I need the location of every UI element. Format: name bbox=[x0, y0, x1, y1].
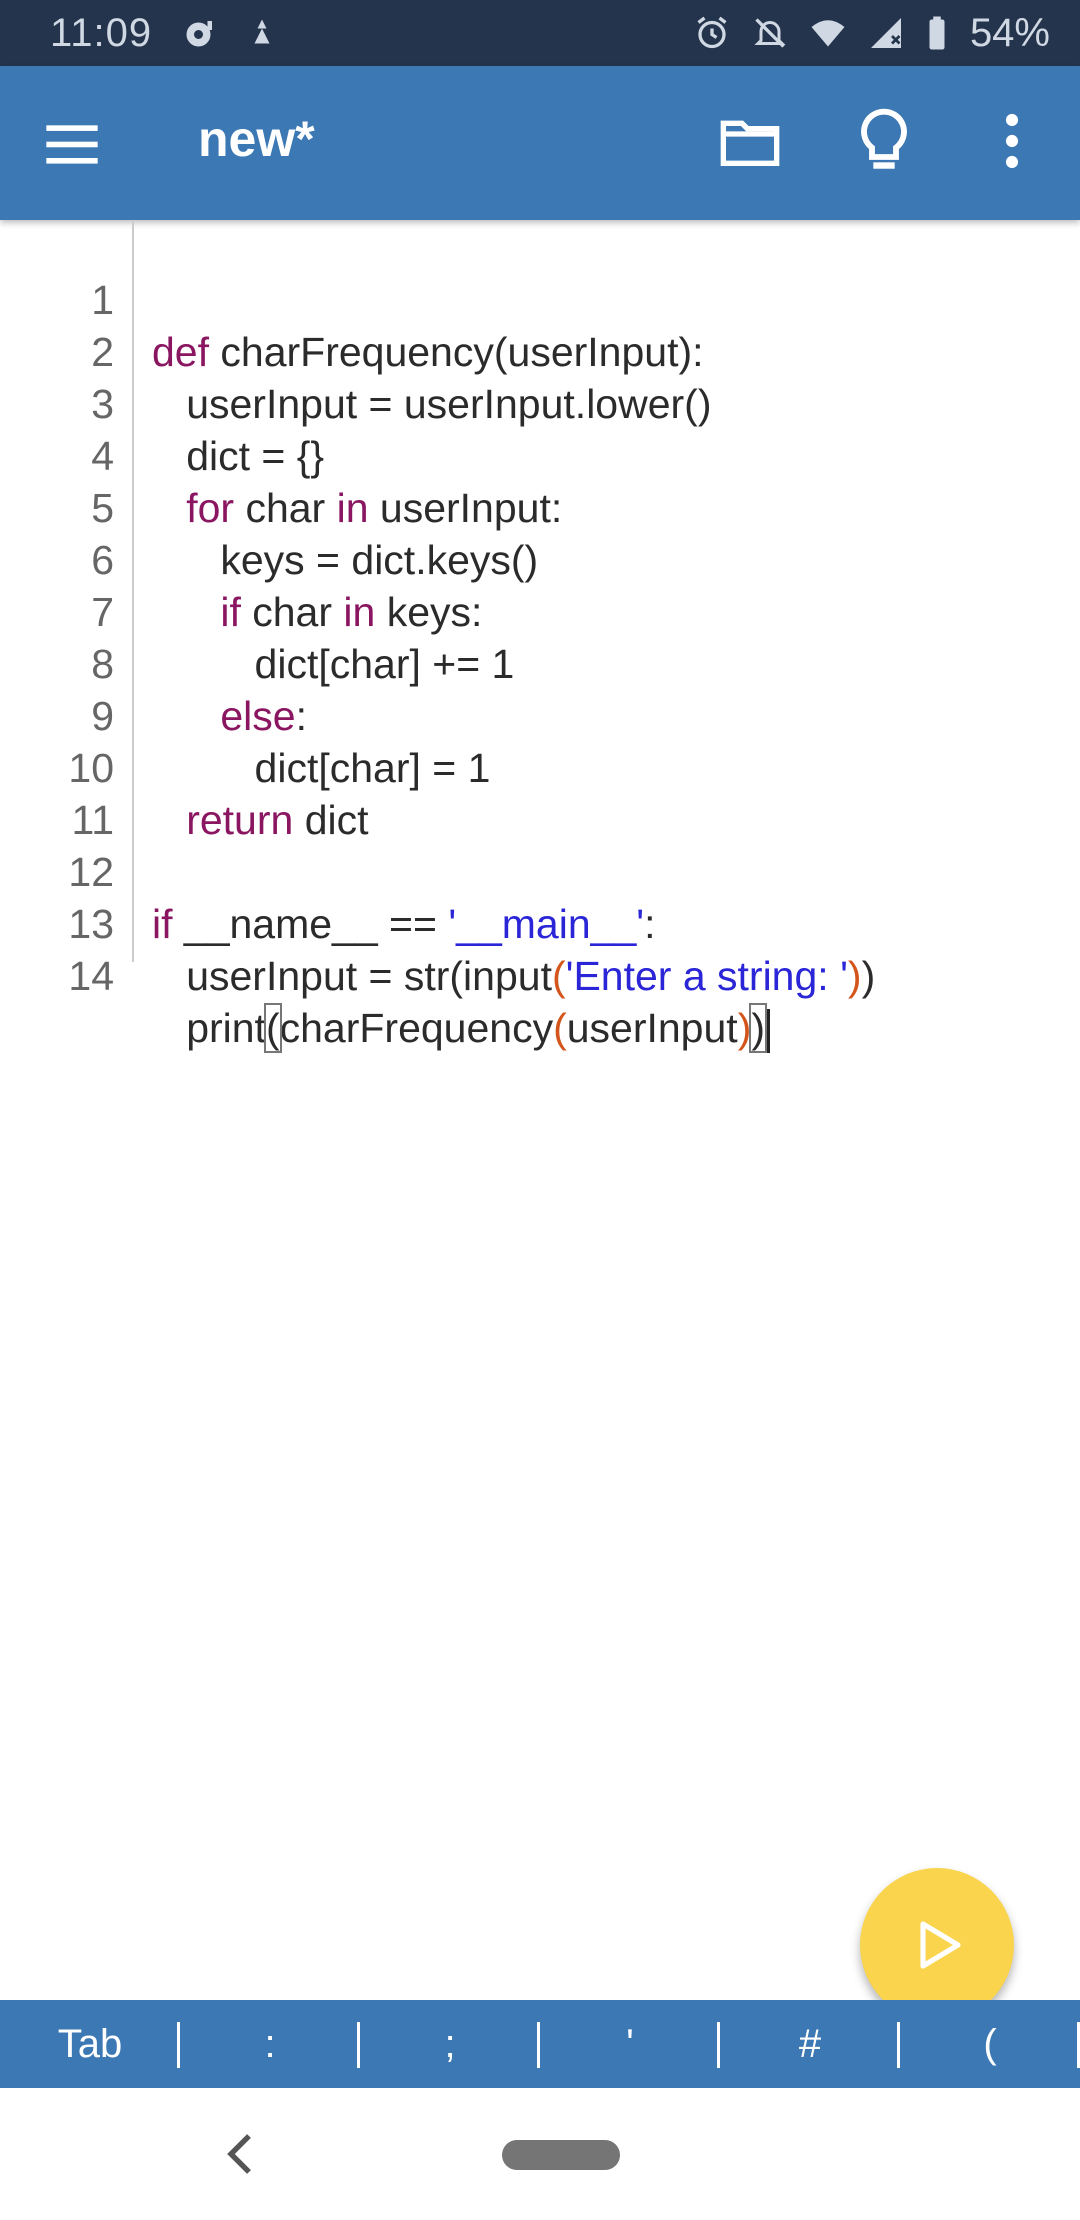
symbol-key-semicolon[interactable]: ; bbox=[360, 2000, 540, 2088]
symbol-bar: Tab : ; ' # ( bbox=[0, 2000, 1080, 2088]
status-bar: 11:09 54% bbox=[0, 0, 1080, 66]
code-line: 4 for char in userInput: bbox=[91, 433, 563, 531]
text-caret bbox=[767, 1009, 770, 1054]
code-line: 12 if __name__ == '__main__': bbox=[68, 849, 656, 947]
code-line: 11 bbox=[71, 797, 114, 843]
more-vert-icon[interactable] bbox=[990, 106, 1034, 176]
code-line: 14 print(charFrequency(userInput)) bbox=[0, 898, 1080, 1054]
folder-icon[interactable] bbox=[718, 110, 782, 174]
code-line: 7 dict[char] += 1 bbox=[91, 589, 515, 687]
navigation-bar bbox=[0, 2088, 1080, 2220]
app-bar: new* bbox=[0, 66, 1080, 220]
symbol-key-paren[interactable]: ( bbox=[900, 2000, 1080, 2088]
signal-icon bbox=[868, 15, 904, 51]
alarm-icon bbox=[694, 15, 730, 51]
wifi-icon bbox=[810, 15, 846, 51]
battery-percent: 54% bbox=[969, 10, 1050, 55]
code-line: 9 dict[char] = 1 bbox=[91, 693, 491, 791]
code-line: 8 else: bbox=[91, 641, 307, 739]
code-editor[interactable]: 1 def charFrequency(userInput): 2 userIn… bbox=[0, 220, 1080, 2000]
run-button[interactable] bbox=[860, 1868, 1014, 2022]
symbol-key-colon[interactable]: : bbox=[180, 2000, 360, 2088]
code-line: 3 dict = {} bbox=[91, 381, 325, 479]
status-time: 11:09 bbox=[50, 10, 153, 55]
media-icon bbox=[182, 15, 218, 51]
hamburger-menu-icon[interactable] bbox=[44, 116, 100, 172]
symbol-key-quote[interactable]: ' bbox=[540, 2000, 720, 2088]
symbol-key-hash[interactable]: # bbox=[720, 2000, 900, 2088]
lightbulb-icon[interactable] bbox=[852, 106, 916, 176]
app-notification-icon bbox=[244, 15, 280, 51]
code-line: 5 keys = dict.keys() bbox=[91, 485, 539, 583]
play-icon bbox=[920, 1921, 961, 1969]
page-title: new* bbox=[198, 111, 315, 167]
notifications-off-icon bbox=[752, 15, 788, 51]
battery-icon bbox=[926, 15, 948, 51]
code-line: 10 return dict bbox=[68, 745, 369, 843]
symbol-key-tab[interactable]: Tab bbox=[0, 2000, 180, 2088]
code-line: 2 userInput = userInput.lower() bbox=[91, 329, 712, 427]
code-line: 1 def charFrequency(userInput): bbox=[91, 277, 704, 375]
code-line: 6 if char in keys: bbox=[91, 537, 483, 635]
home-pill[interactable] bbox=[502, 2140, 620, 2170]
code-line: 13 userInput = str(input('Enter a string… bbox=[68, 901, 876, 999]
back-chevron-icon[interactable] bbox=[222, 2130, 258, 2178]
